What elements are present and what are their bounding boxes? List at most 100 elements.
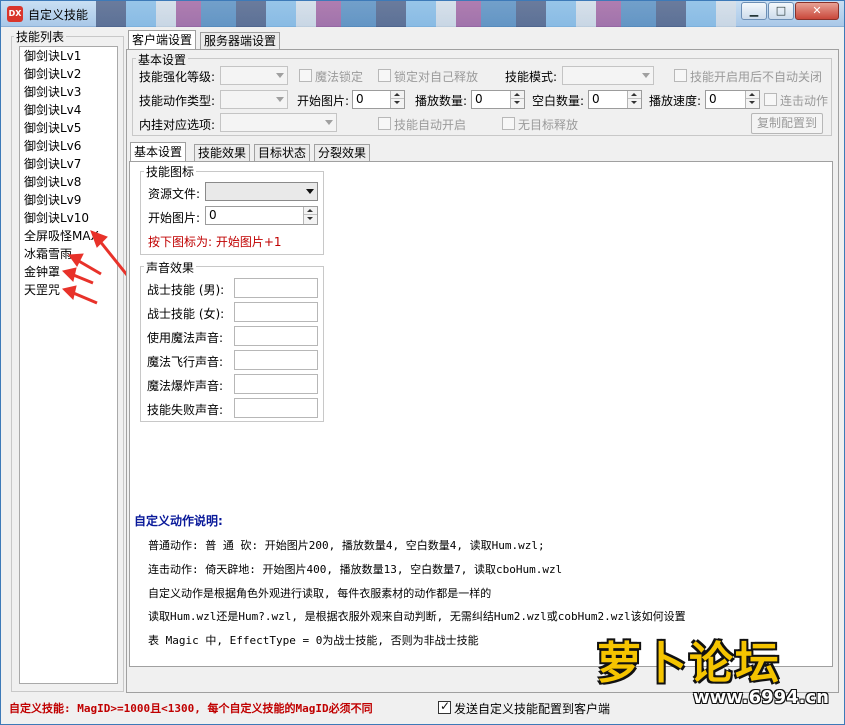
subtab-split-effect[interactable]: 分裂效果	[314, 144, 371, 161]
tab-server-settings[interactable]: 服务器端设置	[200, 32, 281, 49]
arrow-icon	[76, 258, 102, 276]
basic-settings-legend: 基本设置	[136, 51, 189, 68]
play-count-value: 0	[475, 92, 483, 106]
blank-count-label: 空白数量:	[532, 94, 585, 108]
blank-count-value: 0	[592, 92, 600, 106]
sound-input-explode[interactable]	[234, 374, 318, 394]
copy-config-button[interactable]: 复制配置到	[751, 113, 823, 134]
note-line: 表 Magic 中, EffectType = 0为战士技能, 否则为非战士技能	[148, 634, 479, 647]
skill-icon-legend: 技能图标	[144, 163, 197, 180]
chevron-down-icon	[276, 73, 284, 78]
minimize-button[interactable]: ▁	[741, 2, 767, 20]
forum-watermark: 萝卜论坛 www.6994.cn	[593, 623, 839, 721]
sound-effect-legend: 声音效果	[144, 259, 197, 276]
play-speed-value: 0	[709, 92, 717, 106]
plugin-option-label: 内挂对应选项:	[139, 118, 216, 132]
skill-mode-select[interactable]	[562, 66, 654, 85]
custom-action-heading: 自定义动作说明:	[134, 514, 223, 528]
resource-file-select[interactable]	[205, 182, 318, 201]
plugin-option-select[interactable]	[220, 113, 337, 132]
sound-input-cast[interactable]	[234, 326, 318, 346]
play-speed-label: 播放速度:	[649, 94, 702, 108]
sound-input-flight[interactable]	[234, 350, 318, 370]
resource-file-label: 资源文件:	[148, 187, 201, 201]
note-line: 普通动作: 普 通 砍: 开始图片200, 播放数量4, 空白数量4, 读取Hu…	[148, 539, 545, 552]
magid-warning: 自定义技能: MagID>=1000且<1300, 每个自定义技能的MagID必…	[9, 702, 373, 715]
arrow-icon	[62, 285, 77, 300]
sound-label-cast: 使用魔法声音:	[147, 331, 224, 345]
sound-label-fail: 技能失败声音:	[147, 403, 224, 417]
enhance-level-select[interactable]	[220, 66, 288, 85]
sound-label-warrior-female: 战士技能 (女):	[147, 307, 225, 321]
action-type-select[interactable]	[220, 90, 288, 109]
skill-list-item[interactable]: 御剑诀Lv3	[20, 83, 117, 101]
subtab-skill-effect[interactable]: 技能效果	[194, 144, 251, 161]
watermark-title: 萝卜论坛	[597, 638, 781, 689]
magic-lock-checkbox[interactable]	[299, 69, 312, 82]
icon-start-frame-label: 开始图片:	[148, 211, 201, 225]
sound-label-explode: 魔法爆炸声音:	[147, 379, 224, 393]
spinner-buttons[interactable]	[390, 91, 404, 108]
skill-list-item[interactable]: 御剑诀Lv7	[20, 155, 117, 173]
lock-self-checkbox[interactable]	[378, 69, 391, 82]
skill-list-item[interactable]: 御剑诀Lv6	[20, 137, 117, 155]
no-auto-close-checkbox[interactable]	[674, 69, 687, 82]
title-bar[interactable]: DX 自定义技能 ▁ □ ✕	[1, 1, 844, 27]
skill-listbox[interactable]: 御剑诀Lv1 御剑诀Lv2 御剑诀Lv3 御剑诀Lv4 御剑诀Lv5 御剑诀Lv…	[19, 46, 118, 684]
skill-list-item[interactable]: 御剑诀Lv1	[20, 47, 117, 65]
magic-lock-label: 魔法锁定	[315, 70, 364, 84]
skill-list-item[interactable]: 御剑诀Lv4	[20, 101, 117, 119]
no-target-checkbox[interactable]	[502, 117, 515, 130]
sound-input-warrior-male[interactable]	[234, 278, 318, 298]
combo-action-label: 连击动作	[780, 94, 829, 108]
spinner-buttons[interactable]	[627, 91, 641, 108]
no-target-label: 无目标释放	[518, 118, 579, 132]
skill-list-item[interactable]: 御剑诀Lv5	[20, 119, 117, 137]
enhance-level-label: 技能强化等级:	[139, 70, 216, 84]
combo-action-checkbox[interactable]	[764, 93, 777, 106]
blank-count-spinner[interactable]: 0	[588, 90, 642, 109]
sound-input-fail[interactable]	[234, 398, 318, 418]
sound-label-warrior-male: 战士技能 (男):	[147, 283, 225, 297]
window-title: 自定义技能	[28, 8, 89, 22]
chevron-down-icon	[642, 73, 650, 78]
auto-start-checkbox[interactable]	[378, 117, 391, 130]
skill-list-item[interactable]: 御剑诀Lv9	[20, 191, 117, 209]
arrow-icon	[68, 253, 84, 267]
spinner-buttons[interactable]	[303, 207, 317, 224]
chevron-down-icon	[276, 97, 284, 102]
send-config-label: 发送自定义技能配置到客户端	[454, 702, 611, 716]
skill-list-item[interactable]: 御剑诀Lv8	[20, 173, 117, 191]
app-icon: DX	[7, 6, 23, 22]
skill-list-legend: 技能列表	[14, 28, 67, 45]
start-frame-spinner[interactable]: 0	[352, 90, 405, 109]
maximize-button[interactable]: □	[768, 2, 794, 20]
icon-start-frame-spinner[interactable]: 0	[205, 206, 318, 225]
chevron-down-icon	[306, 189, 314, 194]
watermark-url: www.6994.cn	[693, 687, 829, 708]
note-line: 连击动作: 倚天辟地: 开始图片400, 播放数量13, 空白数量7, 读取cb…	[148, 563, 563, 576]
spinner-buttons[interactable]	[745, 91, 759, 108]
note-line: 自定义动作是根据角色外观进行读取, 每件衣服素材的动作都是一样的	[148, 587, 492, 600]
icon-hint-text: 按下图标为: 开始图片+1	[148, 235, 282, 249]
skill-mode-label: 技能模式:	[505, 70, 558, 84]
send-config-checkbox[interactable]	[438, 699, 451, 714]
subtab-basic[interactable]: 基本设置	[130, 142, 187, 161]
start-frame-value: 0	[356, 92, 364, 106]
close-button[interactable]: ✕	[795, 2, 839, 20]
subtab-target-status[interactable]: 目标状态	[254, 144, 311, 161]
auto-start-label: 技能自动开启	[394, 118, 467, 132]
main-window: DX 自定义技能 ▁ □ ✕ 技能列表 御剑诀Lv1 御剑诀Lv2 御剑诀Lv3…	[0, 0, 845, 725]
sound-input-warrior-female[interactable]	[234, 302, 318, 322]
arrow-icon	[62, 267, 77, 282]
note-line: 读取Hum.wzl还是Hum?.wzl, 是根据衣服外观来自动判断, 无需纠结H…	[148, 610, 686, 623]
action-type-label: 技能动作类型:	[139, 94, 216, 108]
spinner-buttons[interactable]	[510, 91, 524, 108]
icon-start-frame-value: 0	[209, 208, 217, 222]
no-auto-close-label: 技能开启用后不自动关闭	[690, 70, 823, 84]
tab-client-settings[interactable]: 客户端设置	[128, 30, 197, 49]
skill-list-item[interactable]: 御剑诀Lv2	[20, 65, 117, 83]
play-speed-spinner[interactable]: 0	[705, 90, 760, 109]
play-count-spinner[interactable]: 0	[471, 90, 525, 109]
chevron-down-icon	[325, 120, 333, 125]
